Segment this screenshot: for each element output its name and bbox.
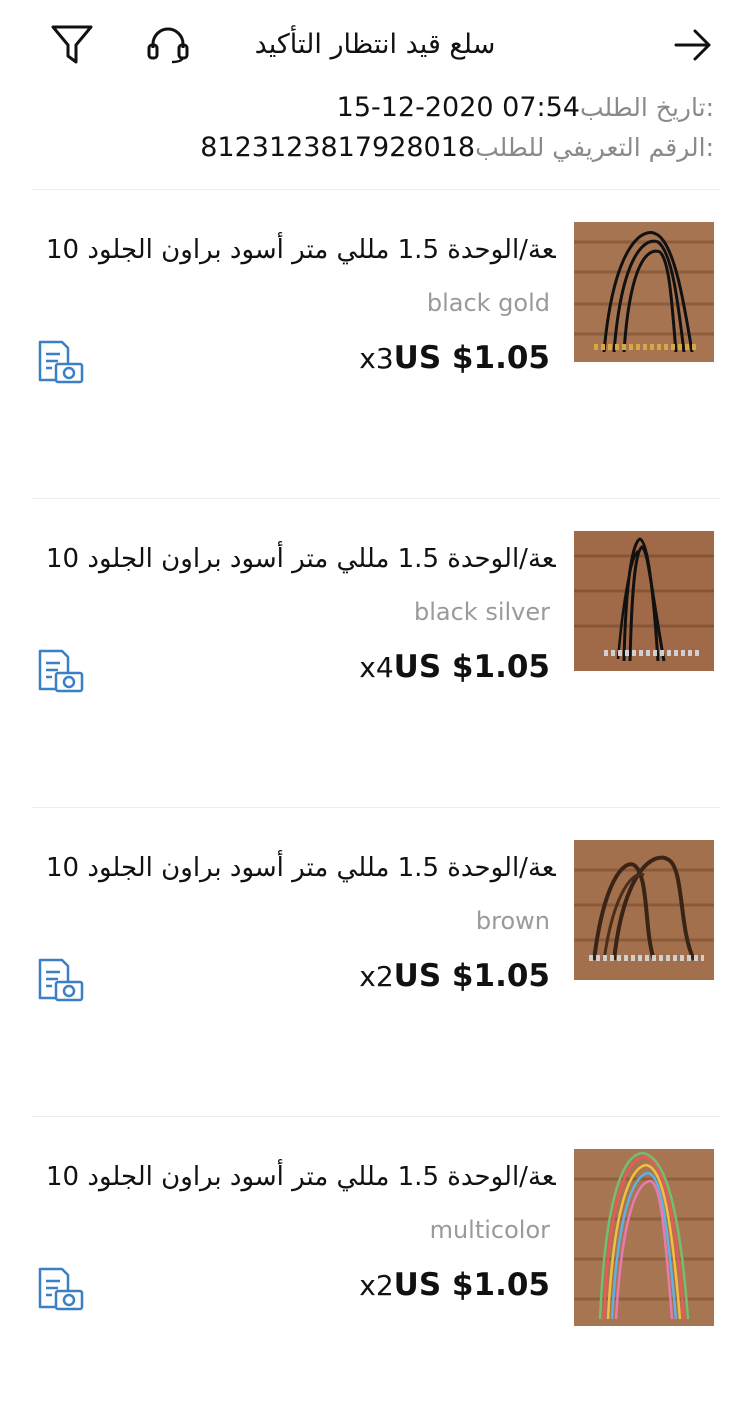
price-row: x2US $1.05 (300, 958, 550, 994)
filter-icon[interactable] (50, 24, 94, 66)
order-date-label: تاريخ الطلب: (579, 93, 714, 122)
product-thumbnail[interactable] (574, 1149, 714, 1326)
product-thumbnail[interactable] (574, 840, 714, 980)
product-quantity: x4 (359, 651, 394, 684)
product-price: US $1.05 (393, 1267, 550, 1303)
top-bar: سلع قيد انتظار التأكيد (0, 0, 750, 90)
product-price: US $1.05 (393, 340, 550, 376)
order-item[interactable]: 10 قطعة/الوحدة 1.5 مللي متر أسود براون ا… (0, 499, 750, 808)
product-thumbnail[interactable] (574, 531, 714, 671)
product-price: US $1.05 (393, 958, 550, 994)
product-title[interactable]: 10 قطعة/الوحدة 1.5 مللي متر أسود براون ا… (46, 541, 556, 577)
product-variant: black gold (426, 289, 550, 317)
product-quantity: x3 (359, 342, 394, 375)
page-title: سلع قيد انتظار التأكيد (254, 29, 496, 60)
product-title[interactable]: 10 قطعة/الوحدة 1.5 مللي متر أسود براون ا… (46, 1159, 556, 1195)
product-price: US $1.05 (393, 649, 550, 685)
order-id-value: 8123123817928018 (200, 132, 476, 163)
review-photo-icon[interactable] (36, 649, 84, 693)
review-photo-icon[interactable] (36, 340, 84, 384)
product-quantity: x2 (359, 1269, 394, 1302)
price-row: x3US $1.05 (300, 340, 550, 376)
review-photo-icon[interactable] (36, 958, 84, 1002)
order-item[interactable]: 10 قطعة/الوحدة 1.5 مللي متر أسود براون ا… (0, 1117, 750, 1426)
order-item[interactable]: 10 قطعة/الوحدة 1.5 مللي متر أسود براون ا… (0, 808, 750, 1117)
product-variant: brown (475, 907, 550, 935)
headset-icon[interactable] (146, 26, 190, 64)
order-date-value: 15-12-2020 07:54 (336, 92, 580, 123)
product-thumbnail[interactable] (574, 222, 714, 362)
product-variant: black silver (413, 598, 550, 626)
order-item[interactable]: 10 قطعة/الوحدة 1.5 مللي متر أسود براون ا… (0, 190, 750, 499)
product-title[interactable]: 10 قطعة/الوحدة 1.5 مللي متر أسود براون ا… (46, 232, 556, 268)
order-id-row: الرقم التعريفي للطلب: 8123123817928018 (200, 128, 714, 168)
arrow-right-icon[interactable] (672, 24, 714, 66)
product-variant: multicolor (429, 1216, 550, 1244)
product-quantity: x2 (359, 960, 394, 993)
order-date-row: تاريخ الطلب: 15-12-2020 07:54 (337, 88, 714, 128)
price-row: x2US $1.05 (300, 1267, 550, 1303)
order-id-label: الرقم التعريفي للطلب: (475, 133, 714, 162)
price-row: x4US $1.05 (300, 649, 550, 685)
review-photo-icon[interactable] (36, 1267, 84, 1311)
product-title[interactable]: 10 قطعة/الوحدة 1.5 مللي متر أسود براون ا… (46, 850, 556, 886)
